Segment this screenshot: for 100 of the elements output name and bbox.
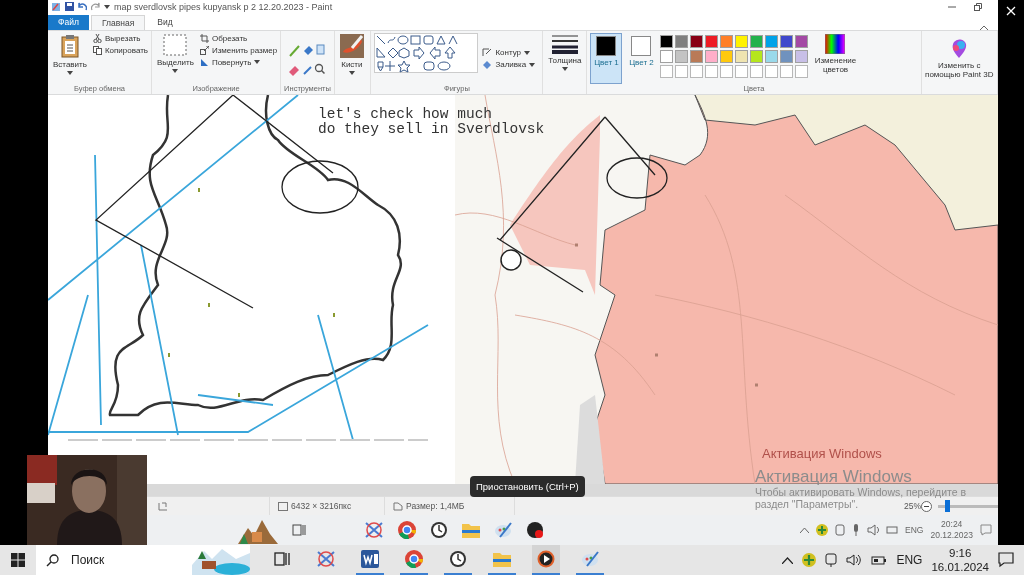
speaker-icon[interactable] [867,524,880,537]
palette-color[interactable] [780,34,794,48]
cut-button[interactable]: Вырезать [92,32,148,44]
selection-icon [163,33,188,56]
clock[interactable]: 9:16 16.01.2024 [931,546,989,574]
clock-icon[interactable] [430,521,448,540]
crop-button[interactable]: Обрезать [199,32,278,44]
palette-color[interactable] [705,49,719,63]
save-icon[interactable] [65,2,74,12]
color-slot[interactable]: Цвет 1 [590,32,623,85]
spectrum-icon [825,33,846,54]
outline-icon [482,48,493,58]
palette-color[interactable] [765,34,779,48]
palette-color[interactable] [750,49,764,63]
palette-color[interactable] [795,49,809,63]
tooltip: Приостановить (Ctrl+P) [470,476,585,497]
palette-color[interactable] [690,49,704,63]
copy-icon [92,45,102,55]
language-indicator[interactable]: ENG [905,525,924,536]
copy-button[interactable]: Копировать [92,44,148,56]
collapse-ribbon-icon[interactable] [980,24,988,30]
activation-title: Активация Windows [762,446,882,461]
activation-text: Чтобы активировать Windows, перейдите в [755,486,967,498]
microphone-icon[interactable] [852,524,861,537]
restore-icon[interactable] [974,2,982,11]
line-weights-icon [551,33,578,54]
ribbon-tab[interactable]: Файл [48,14,89,30]
search-input[interactable]: Поиск [69,552,173,568]
palette-color[interactable] [735,34,749,48]
activation-text: раздел "Параметры". [755,498,859,510]
task-view-icon[interactable] [292,524,306,537]
palette-color[interactable] [795,34,809,48]
folder-icon[interactable] [462,522,480,539]
speaker-icon[interactable] [846,553,863,567]
palette-color[interactable] [780,49,794,63]
palette-color[interactable] [735,49,749,63]
rotate-icon [199,57,209,67]
chrome-icon[interactable] [405,550,423,568]
zoom-out-icon[interactable] [921,500,932,512]
word-icon[interactable] [361,550,379,568]
language-indicator[interactable]: ENG [896,553,923,567]
ribbon-tab[interactable]: Главная [90,14,146,30]
chevron-up-icon[interactable] [782,556,794,564]
chrome-icon[interactable] [398,521,416,540]
rotate-button[interactable]: Повернуть [199,56,278,68]
palette-color[interactable] [750,34,764,48]
clock-icon[interactable] [449,550,467,568]
redo-icon[interactable] [91,2,100,12]
crop-icon [199,33,209,43]
ribbon-tab[interactable]: Вид [147,14,183,30]
select-button[interactable]: Выделить [155,32,196,85]
palette-color[interactable] [720,34,734,48]
zoom-slider-thumb[interactable] [945,499,951,512]
undo-icon[interactable] [78,2,87,12]
caret-icon [104,4,110,9]
palette-color[interactable] [675,34,689,48]
search-field[interactable]: Поиск [36,545,250,575]
task-view-icon[interactable] [274,552,290,566]
file-size: Размер: 1,4МБ [406,501,465,512]
paste-button[interactable]: Вставить [51,32,89,85]
shapes-gallery-drawing[interactable] [374,32,479,73]
palette-color[interactable] [720,49,734,63]
activation-title: Активация Windows [755,467,912,486]
palette-color[interactable] [690,34,704,48]
zoom-level: 25% [904,501,921,512]
paint-icon[interactable] [51,1,61,12]
caret-icon [561,66,568,71]
selection-size-icon [278,501,288,511]
outline-button[interactable]: Контур [482,47,536,59]
search-icon [46,553,59,567]
clipboard-icon [60,33,79,58]
record-icon[interactable] [526,521,544,540]
palette-color[interactable] [675,49,689,63]
size-button[interactable]: Толщина [546,32,584,94]
image-dimensions: 6432 × 3216пкс [291,501,352,512]
fill-bucket-icon [482,60,493,70]
edit-colors-button[interactable]: Изменение цветов [811,32,860,85]
tools-drawing[interactable] [287,41,328,76]
file-size-icon [393,501,403,511]
clock[interactable]: 20:24 20.12.2023 [930,519,973,542]
play-icon[interactable] [537,550,555,568]
caret-icon [172,68,179,73]
resize-button[interactable]: Изменить размер [199,44,278,56]
palette-icon[interactable] [581,550,599,568]
brushes-button[interactable]: Кисти [337,32,366,94]
palette-icon[interactable] [494,521,512,540]
color-slot[interactable]: Цвет 2 [625,32,658,85]
palette-color[interactable] [660,34,674,48]
folder-icon[interactable] [493,551,511,567]
notification-icon[interactable] [998,552,1014,568]
fill-button[interactable]: Заливка [482,59,536,71]
palette-color[interactable] [765,49,779,63]
caret-icon [348,70,355,75]
scissors-icon [92,33,102,43]
window-title: map sverdlovsk pipes kupyansk p 2 12.20.2023 - Paint [114,1,333,12]
brush-icon [339,33,364,58]
palette-color[interactable] [660,49,674,63]
palette-color[interactable] [705,34,719,48]
close-icon[interactable] [1006,6,1016,16]
resize-icon [199,45,209,55]
